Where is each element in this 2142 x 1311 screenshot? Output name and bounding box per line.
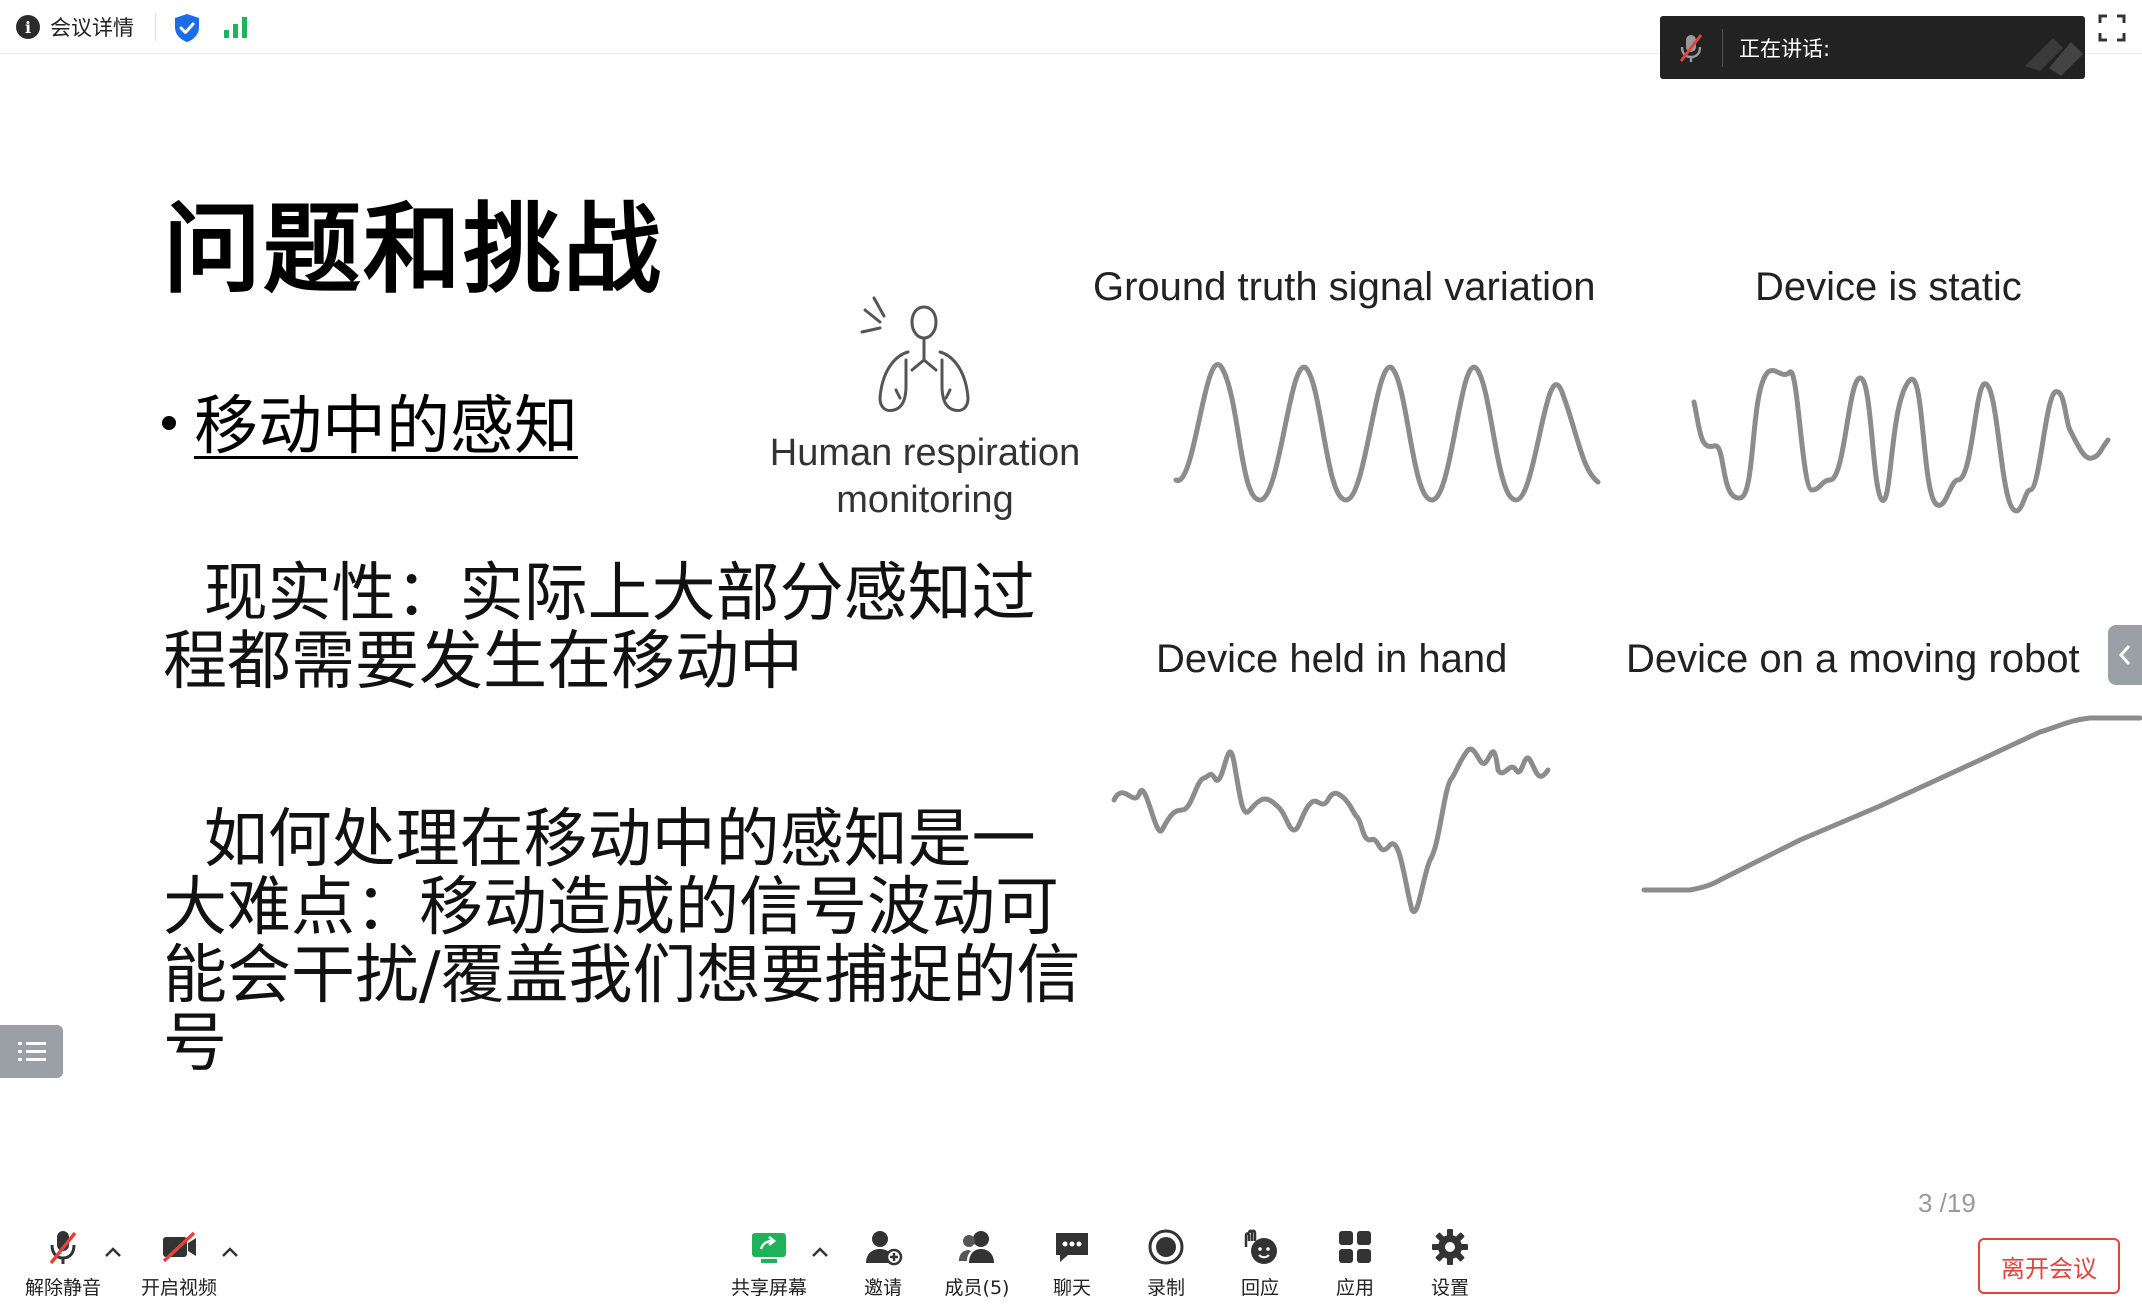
wave-title-static: Device is static — [1755, 265, 2022, 309]
record-icon — [1148, 1229, 1184, 1265]
wave-static — [1691, 368, 2111, 514]
fullscreen-icon[interactable] — [2098, 14, 2126, 42]
chevron-up-icon[interactable] — [810, 1245, 830, 1259]
side-panel-toggle[interactable] — [2108, 625, 2142, 685]
settings-button[interactable]: 设置 — [1405, 1227, 1495, 1300]
slide-paragraph-1: 现实性：实际上大部分感知过程都需要发生在移动中 — [163, 557, 1036, 699]
wave-hand — [1111, 746, 1551, 915]
react-label: 回应 — [1240, 1277, 1279, 1299]
apps-button[interactable]: 应用 — [1310, 1227, 1400, 1300]
mic-muted-icon — [49, 1231, 77, 1265]
share-screen-label: 共享屏幕 — [730, 1277, 807, 1299]
members-icon — [959, 1231, 994, 1263]
apps-label: 应用 — [1335, 1277, 1374, 1299]
share-screen-button[interactable]: 共享屏幕 — [724, 1227, 814, 1300]
slide-title: 问题和挑战 — [163, 193, 664, 307]
signal-waveforms — [1111, 362, 2142, 915]
bullet-item: 移动中的感知 — [162, 375, 578, 467]
share-screen-icon — [752, 1233, 786, 1263]
bullet-text: 移动中的感知 — [194, 390, 578, 464]
settings-label: 设置 — [1430, 1277, 1469, 1299]
wave-ground-truth — [1173, 362, 1601, 503]
wave-robot — [1641, 715, 2142, 893]
start-video-label: 开启视频 — [140, 1277, 217, 1299]
bottom-toolbar: 解除静音 开启视频 共享屏幕 邀请 成员(5) 聊天 录制 回应 应用 设置 离… — [0, 1215, 2142, 1311]
speaker-video-thumbnail — [2025, 38, 2083, 76]
bullet-dot — [162, 416, 176, 430]
mic-muted-icon — [1660, 16, 1722, 79]
video-off-icon — [162, 1231, 196, 1263]
chat-button[interactable]: 聊天 — [1027, 1227, 1117, 1300]
leave-meeting-button[interactable]: 离开会议 — [1978, 1238, 2120, 1294]
members-button[interactable]: 成员(5) — [932, 1227, 1022, 1300]
record-label: 录制 — [1146, 1277, 1185, 1299]
lungs-icon — [860, 296, 970, 412]
speaker-divider — [1722, 28, 1723, 67]
apps-grid-icon — [1339, 1231, 1371, 1263]
record-button[interactable]: 录制 — [1121, 1227, 1211, 1300]
chat-icon — [1056, 1233, 1088, 1262]
react-button[interactable]: 回应 — [1215, 1227, 1305, 1300]
chevron-up-icon[interactable] — [220, 1245, 240, 1259]
members-label: 成员(5) — [944, 1277, 1010, 1299]
unmute-label: 解除静音 — [24, 1277, 101, 1299]
slide-outline-button[interactable] — [0, 1025, 63, 1078]
chevron-up-icon[interactable] — [103, 1245, 123, 1259]
shield-icon[interactable] — [173, 13, 201, 43]
meeting-info-label: 会议详情 — [50, 16, 134, 40]
meeting-info-button[interactable]: i 会议详情 — [16, 12, 134, 42]
reaction-icon — [1244, 1229, 1277, 1264]
wave-title-ground-truth: Ground truth signal variation — [1093, 265, 1596, 309]
speaking-label: 正在讲话: — [1739, 36, 1831, 61]
chat-label: 聊天 — [1052, 1277, 1091, 1299]
respiration-label: Human respiration monitoring — [769, 432, 1081, 521]
chevron-left-icon — [2118, 645, 2131, 665]
unmute-button[interactable]: 解除静音 — [18, 1227, 108, 1300]
gear-icon — [1432, 1229, 1468, 1265]
signal-icon[interactable] — [222, 15, 250, 39]
invite-button[interactable]: 邀请 — [838, 1227, 928, 1300]
slide-paragraph-2: 如何处理在移动中的感知是一大难点：移动造成的信号波动可能会干扰/覆盖我们想要捕捉… — [163, 803, 1081, 1081]
info-icon: i — [16, 15, 40, 39]
invite-label: 邀请 — [863, 1277, 902, 1299]
start-video-button[interactable]: 开启视频 — [134, 1227, 224, 1300]
divider — [155, 13, 156, 41]
add-user-icon — [866, 1231, 903, 1266]
list-icon — [17, 1041, 46, 1061]
active-speaker-panel[interactable]: 正在讲话: — [1660, 16, 2085, 79]
